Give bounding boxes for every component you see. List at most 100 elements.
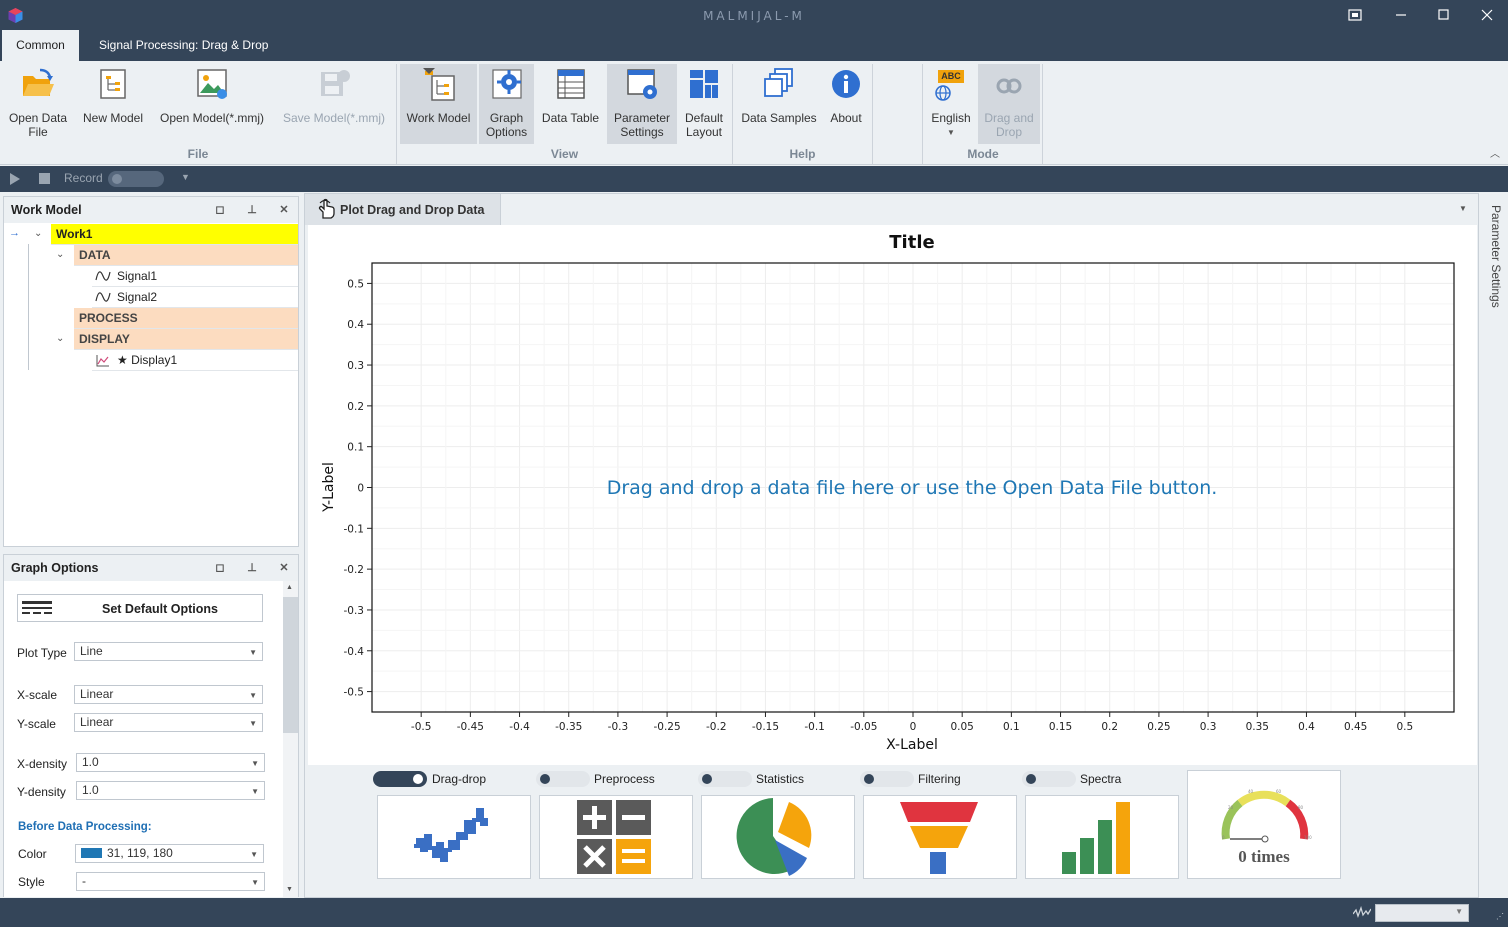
expand-data-icon[interactable]: ⌄ [56, 249, 64, 260]
float-panel-icon[interactable]: ◻ [213, 203, 227, 217]
expand-work1-icon[interactable]: ⌄ [34, 228, 42, 239]
tree-item-work1[interactable]: Work1 [51, 224, 298, 245]
language-button[interactable]: ABC English ▼ [926, 64, 976, 144]
expand-display-icon[interactable]: ⌄ [56, 333, 64, 344]
open-model-button[interactable]: Open Model(*.mmj) [152, 64, 272, 144]
about-label: About [830, 111, 862, 125]
new-model-button[interactable]: New Model [77, 64, 149, 144]
set-default-options-button[interactable]: Set Default Options [17, 594, 263, 622]
drag-drop-card[interactable] [377, 795, 531, 879]
plot-type-select[interactable]: Line ▼ [74, 642, 263, 661]
toggle-drag-drop[interactable] [373, 771, 427, 787]
color-label: Color [18, 847, 47, 861]
y-tick-label: 0.3 [347, 360, 364, 372]
toggle-preprocess[interactable] [536, 771, 590, 787]
close-panel-icon[interactable]: ✕ [277, 203, 291, 217]
toggle-statistics[interactable] [698, 771, 752, 787]
default-layout-button[interactable]: Default Layout [679, 64, 729, 144]
collapse-ribbon-icon[interactable]: ︿ [1490, 145, 1500, 160]
parameter-settings-side-tab[interactable]: Parameter Settings [1479, 193, 1508, 898]
ribbon-separator [872, 64, 873, 164]
pin-icon[interactable]: ⊥ [245, 203, 259, 217]
scroll-up-icon[interactable]: ▲ [286, 584, 293, 591]
graph-options-label-2: Options [485, 125, 528, 139]
set-default-options-label: Set Default Options [102, 602, 218, 616]
toggle-knob [540, 774, 550, 784]
before-processing-heading: Before Data Processing: [18, 821, 152, 833]
chevron-down-icon: ▼ [251, 878, 259, 887]
statistics-card[interactable] [701, 795, 855, 879]
xscale-label: X-scale [17, 688, 58, 702]
plot-canvas[interactable]: Title -0.5 -0.45 -0.4 -0.35 -0.3 -0.25 -0.2 -0.… [308, 225, 1477, 765]
data-table-label: Data Table [541, 111, 600, 125]
tree-section-display[interactable]: DISPLAY [74, 329, 298, 350]
play-icon[interactable] [9, 173, 21, 185]
work-model-button[interactable]: Work Model [400, 64, 477, 144]
x-tick-label: 0.35 [1246, 721, 1269, 733]
toggle-spectra[interactable] [1022, 771, 1076, 787]
restore-layout-icon[interactable] [1347, 7, 1363, 23]
stop-icon[interactable] [39, 173, 50, 184]
tree-section-data[interactable]: DATA [74, 245, 298, 266]
color-swatch [81, 848, 102, 858]
status-select[interactable]: ▼ [1375, 904, 1469, 922]
preprocess-toggle-label: Preprocess [594, 772, 655, 786]
x-tick-label: 0.1 [1003, 721, 1020, 733]
tree-section-process[interactable]: PROCESS [74, 308, 298, 329]
open-data-file-button[interactable]: Open Data File [3, 64, 73, 144]
tree-item-signal1[interactable]: Signal1 [92, 266, 298, 287]
y-tick-label: 0.2 [347, 401, 364, 413]
chevron-down-icon: ▼ [250, 850, 258, 859]
graph-options-scrollbar[interactable]: ▲ ▼ [283, 581, 298, 897]
scroll-down-icon[interactable]: ▼ [286, 886, 293, 893]
scrollbar-thumb[interactable] [283, 597, 298, 733]
tree-item-signal2[interactable]: Signal2 [92, 287, 298, 308]
doc-tabs-dropdown-icon[interactable]: ▼ [1459, 204, 1467, 213]
drag-and-drop-mode-button[interactable]: Drag and Drop [978, 64, 1040, 144]
x-tick-label: 0.4 [1298, 721, 1315, 733]
x-tick-label: -0.1 [804, 721, 825, 733]
tab-common[interactable]: Common [2, 30, 79, 61]
x-tick-label: 0.45 [1344, 721, 1367, 733]
xdensity-select[interactable]: 1.0 ▼ [76, 753, 265, 772]
tree-item-display1[interactable]: ★ Display1 [92, 350, 298, 371]
parameter-settings-button[interactable]: Parameter Settings [607, 64, 677, 144]
data-samples-button[interactable]: Data Samples [737, 64, 821, 144]
resize-grip-icon[interactable]: ⋰ [1496, 912, 1504, 921]
info-icon [832, 70, 860, 98]
spectra-card[interactable] [1025, 795, 1179, 879]
xscale-select[interactable]: Linear ▼ [74, 685, 263, 704]
y-tick-label: -0.2 [344, 564, 365, 576]
filtering-card[interactable] [863, 795, 1017, 879]
float-panel-icon[interactable]: ◻ [213, 561, 227, 575]
record-dropdown-icon[interactable]: ▼ [181, 172, 190, 182]
tab-signal-processing[interactable]: Signal Processing: Drag & Drop [84, 30, 283, 61]
close-panel-icon[interactable]: ✕ [277, 561, 291, 575]
pin-icon[interactable]: ⊥ [245, 561, 259, 575]
yscale-select[interactable]: Linear ▼ [74, 713, 263, 732]
preprocess-card[interactable] [539, 795, 693, 879]
plot-type-value: Line [80, 644, 103, 658]
data-table-button[interactable]: Data Table [537, 64, 604, 144]
bar-chart-icon [1062, 802, 1130, 874]
style-select[interactable]: - ▼ [76, 872, 265, 891]
maximize-icon[interactable] [1436, 7, 1452, 23]
doc-tab-plot-drag-drop[interactable]: Plot Drag and Drop Data [305, 194, 501, 225]
graph-options-button[interactable]: Graph Options [479, 64, 534, 144]
color-select[interactable]: 31, 119, 180 ▼ [75, 844, 264, 863]
close-icon[interactable] [1479, 7, 1495, 23]
ydensity-value: 1.0 [82, 783, 99, 797]
record-toggle[interactable] [108, 171, 164, 187]
x-tick-label: 0.25 [1147, 721, 1170, 733]
drop-placeholder-text: Drag and drop a data file here or use th… [607, 477, 1218, 499]
toggle-filtering[interactable] [860, 771, 914, 787]
x-tick-label: -0.4 [509, 721, 530, 733]
minimize-icon[interactable] [1393, 7, 1409, 23]
about-button[interactable]: About [824, 64, 868, 144]
record-toggle-knob [112, 174, 122, 184]
ydensity-select[interactable]: 1.0 ▼ [76, 781, 265, 800]
save-model-button[interactable]: Save Model(*.mmj) [276, 64, 392, 144]
y-tick-label: 0.5 [347, 278, 364, 290]
gauge-icon: 0 20 40 60 80 100 [1221, 789, 1312, 843]
app-title: MALMIJAL-M [703, 9, 805, 23]
